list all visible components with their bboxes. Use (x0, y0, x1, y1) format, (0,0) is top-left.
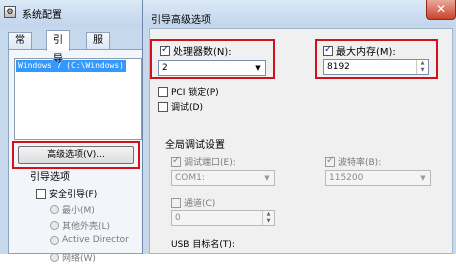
boot-options-group-label: 引导选项 (30, 172, 70, 183)
max-memory-highlight (315, 39, 438, 79)
dialog-titlebar[interactable]: 引导高级选项 ✕ (143, 0, 456, 26)
safe-boot-alternate-shell-label: 其他外壳(L) (62, 222, 111, 232)
safe-boot-alternate-shell-option[interactable]: 其他外壳(L) (50, 219, 110, 232)
baud-rate-value: 115200 (329, 173, 364, 183)
safe-boot-ad-repair-label: Active Director (62, 235, 129, 245)
debug-port-checkbox[interactable] (171, 155, 181, 167)
global-debug-settings-label: 全局调试设置 (165, 140, 225, 151)
safe-boot-minimal-radio[interactable] (50, 205, 59, 214)
safe-boot-minimal-option[interactable]: 最小(M) (50, 203, 95, 216)
advanced-button-highlight (12, 141, 140, 169)
safe-boot-network-radio[interactable] (50, 253, 59, 262)
stepper-arrows-icon[interactable]: ▲ ▼ (262, 211, 274, 225)
debug-label: 调试(D) (171, 103, 203, 113)
pci-lock-label: PCI 锁定(P) (171, 88, 219, 98)
safe-boot-minimal-label: 最小(M) (62, 206, 95, 216)
safe-boot-ad-repair-option[interactable]: Active Director (50, 235, 129, 246)
baud-rate-checkbox[interactable] (325, 155, 335, 167)
close-icon: ✕ (435, 2, 447, 16)
pci-lock-option[interactable]: PCI 锁定(P) (158, 85, 219, 98)
debug-port-dropdown[interactable]: COM1: ▼ (171, 170, 275, 186)
close-button[interactable]: ✕ (426, 0, 456, 20)
debug-port-label: 调试端口(E): (184, 158, 236, 168)
safe-boot-network-option[interactable]: 网络(W) (50, 251, 96, 264)
usb-target-name-label: USB 目标名(T): (171, 240, 235, 250)
dialog-title: 引导高级选项 (151, 15, 211, 26)
channel-checkbox[interactable] (171, 197, 181, 208)
debug-option[interactable]: 调试(D) (158, 100, 203, 113)
chevron-down-icon: ▼ (420, 174, 426, 182)
tab-boot[interactable]: 引导 (46, 30, 70, 65)
debug-port-value: COM1: (175, 173, 205, 183)
os-list-item[interactable]: Windows 7 (C:\Windows) (16, 60, 126, 72)
safe-boot-alternate-shell-radio[interactable] (50, 221, 59, 230)
channel-label: 通道(C) (184, 199, 216, 209)
tab-general[interactable]: 常规 (8, 32, 32, 62)
safe-boot-ad-repair-radio[interactable] (50, 235, 59, 245)
system-config-title: 系统配置 (22, 10, 62, 21)
os-list[interactable]: Windows 7 (C:\Windows) (14, 58, 142, 140)
baud-rate-option[interactable]: 波特率(B): (325, 155, 381, 168)
processors-highlight (150, 39, 275, 79)
system-config-app-icon: ⚙ (4, 6, 16, 18)
baud-rate-dropdown[interactable]: 115200 ▼ (325, 170, 431, 186)
safe-boot-checkbox[interactable] (36, 188, 46, 199)
channel-stepper[interactable]: 0 ▲ ▼ (171, 210, 275, 226)
debug-checkbox[interactable] (158, 101, 168, 112)
safe-boot-option[interactable]: 安全引导(F) (36, 187, 97, 200)
safe-boot-label: 安全引导(F) (49, 190, 98, 200)
safe-boot-network-label: 网络(W) (62, 254, 96, 264)
channel-value: 0 (175, 213, 181, 223)
channel-option[interactable]: 通道(C) (171, 196, 215, 209)
chevron-down-icon: ▼ (264, 174, 270, 182)
tab-services[interactable]: 服务 (86, 32, 110, 62)
pci-lock-checkbox[interactable] (158, 86, 168, 97)
debug-port-option[interactable]: 调试端口(E): (171, 155, 236, 168)
baud-rate-label: 波特率(B): (338, 158, 382, 168)
